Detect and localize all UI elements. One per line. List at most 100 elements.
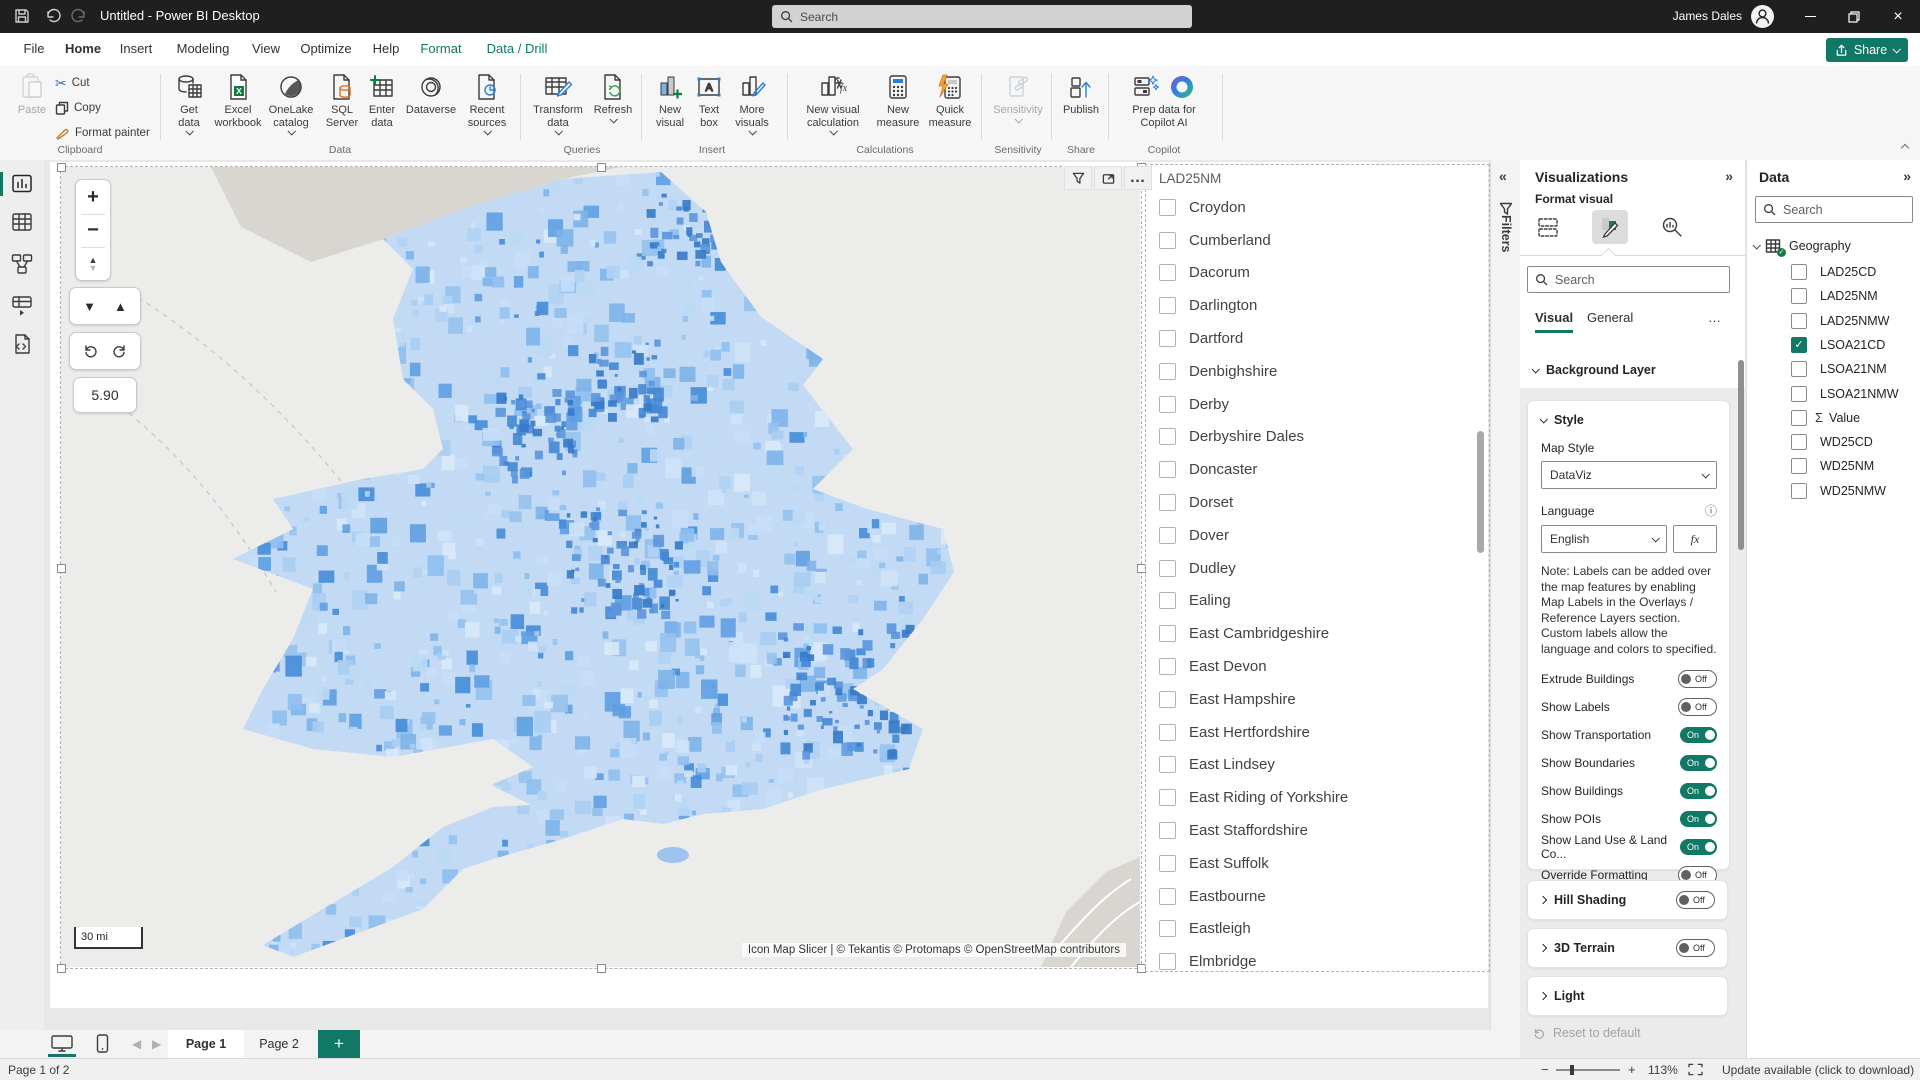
new-measure-button[interactable]: New measure bbox=[872, 70, 924, 129]
get-data-button[interactable]: Get data bbox=[168, 70, 210, 135]
style-section-header[interactable]: Style bbox=[1540, 413, 1729, 427]
field-checkbox[interactable] bbox=[1791, 264, 1807, 280]
zoom-slider-track[interactable] bbox=[1556, 1069, 1620, 1071]
slicer-item[interactable]: Dartford bbox=[1146, 322, 1488, 355]
pitch-control[interactable]: ▲▼ bbox=[89, 248, 98, 280]
slicer-item[interactable]: Eastbourne bbox=[1146, 880, 1488, 913]
toggle-switch[interactable]: Off bbox=[1676, 891, 1715, 909]
tmdl-view-icon[interactable] bbox=[10, 332, 34, 356]
field-checkbox[interactable] bbox=[1791, 288, 1807, 304]
slicer-item-checkbox[interactable] bbox=[1159, 494, 1176, 511]
model-view-icon[interactable] bbox=[10, 252, 34, 276]
field-checkbox[interactable] bbox=[1791, 313, 1807, 329]
page-tab-1[interactable]: Page 1 bbox=[168, 1030, 244, 1061]
rotate-cw-icon[interactable] bbox=[112, 343, 128, 359]
map-visual[interactable]: + − ▲▼ ▼ ▲ 5.90 30 mi Icon Map Slicer | … bbox=[61, 167, 1140, 967]
update-available-link[interactable]: Update available (click to download) bbox=[1722, 1063, 1914, 1077]
slicer-item-checkbox[interactable] bbox=[1159, 199, 1176, 216]
new-visual-button[interactable]: New visual bbox=[650, 70, 690, 129]
table-geography[interactable]: ✓ Geography bbox=[1753, 238, 1851, 254]
slicer-item[interactable]: East Cambridgeshire bbox=[1146, 617, 1488, 650]
refresh-button[interactable]: Refresh bbox=[590, 70, 636, 123]
field-row-lad25nm[interactable]: LAD25NM bbox=[1747, 284, 1920, 308]
tab-analytics[interactable] bbox=[1654, 210, 1690, 244]
slicer-item-checkbox[interactable] bbox=[1159, 461, 1176, 478]
slicer-item-checkbox[interactable] bbox=[1159, 658, 1176, 675]
field-row-lad25cd[interactable]: LAD25CD bbox=[1747, 260, 1920, 284]
account-name[interactable]: James Dales bbox=[1673, 9, 1742, 23]
field-checkbox[interactable]: ✓ bbox=[1791, 337, 1807, 353]
more-options-icon[interactable]: … bbox=[1708, 310, 1722, 330]
new-visual-calculation-button[interactable]: fx New visual calculation bbox=[795, 70, 871, 135]
menu-tab-view[interactable]: View bbox=[248, 33, 284, 66]
close-button[interactable]: × bbox=[1876, 0, 1920, 33]
field-row-wd25nmw[interactable]: WD25NMW bbox=[1747, 479, 1920, 503]
tab-visual[interactable]: Visual bbox=[1535, 310, 1573, 333]
focus-mode-icon[interactable] bbox=[1094, 166, 1122, 190]
info-icon[interactable]: ⓘ bbox=[1705, 502, 1717, 519]
filter-icon[interactable] bbox=[1064, 166, 1092, 190]
slicer-item-checkbox[interactable] bbox=[1159, 297, 1176, 314]
slicer-item-checkbox[interactable] bbox=[1159, 232, 1176, 249]
dax-query-view-icon[interactable] bbox=[10, 293, 34, 317]
toggle-switch[interactable]: On bbox=[1680, 727, 1717, 743]
slicer-item-checkbox[interactable] bbox=[1159, 953, 1176, 970]
card-light[interactable]: Light bbox=[1527, 976, 1728, 1016]
slicer-item[interactable]: Ealing bbox=[1146, 585, 1488, 618]
slicer-item-checkbox[interactable] bbox=[1159, 428, 1176, 445]
menu-tab-format[interactable]: Format bbox=[416, 33, 466, 66]
slicer-item[interactable]: East Riding of Yorkshire bbox=[1146, 781, 1488, 814]
slicer-item[interactable]: Elmbridge bbox=[1146, 945, 1488, 970]
zoom-out-button[interactable]: − bbox=[87, 215, 99, 247]
copy-button[interactable]: Copy bbox=[55, 99, 101, 117]
field-row-lsoa21cd[interactable]: ✓LSOA21CD bbox=[1747, 333, 1920, 357]
tab-build-visual[interactable] bbox=[1530, 210, 1566, 244]
quick-measure-button[interactable]: Quick measure bbox=[924, 70, 976, 129]
report-view-icon[interactable] bbox=[10, 172, 34, 196]
page-tab-2[interactable]: Page 2 bbox=[246, 1030, 312, 1058]
tab-general[interactable]: General bbox=[1587, 310, 1633, 330]
slicer-item-checkbox[interactable] bbox=[1159, 756, 1176, 773]
prep-data-for-copilot-button[interactable]: Prep data for Copilot AI bbox=[1116, 70, 1212, 129]
desktop-layout-icon[interactable] bbox=[50, 1035, 74, 1057]
toggle-switch[interactable]: On bbox=[1680, 755, 1717, 771]
slicer-scrollbar[interactable] bbox=[1477, 431, 1484, 553]
toggle-switch[interactable]: On bbox=[1680, 839, 1717, 855]
tilt-down-button[interactable]: ▼ bbox=[83, 299, 96, 314]
enter-data-button[interactable]: Enter data bbox=[364, 70, 400, 129]
slicer-item[interactable]: Darlington bbox=[1146, 289, 1488, 322]
slicer-item[interactable]: East Hertfordshire bbox=[1146, 716, 1488, 749]
undo-icon[interactable] bbox=[42, 7, 62, 27]
toggle-switch[interactable]: On bbox=[1680, 811, 1717, 827]
report-page[interactable]: + − ▲▼ ▼ ▲ 5.90 30 mi Icon Map Slicer | … bbox=[50, 162, 1488, 1008]
slicer-item[interactable]: Croydon bbox=[1146, 191, 1488, 224]
restore-button[interactable] bbox=[1832, 0, 1876, 33]
slicer-item[interactable]: Eastleigh bbox=[1146, 913, 1488, 946]
field-row-wd25cd[interactable]: WD25CD bbox=[1747, 430, 1920, 454]
slicer-item[interactable]: East Staffordshire bbox=[1146, 814, 1488, 847]
slicer-item[interactable]: Dover bbox=[1146, 519, 1488, 552]
tilt-up-button[interactable]: ▲ bbox=[114, 299, 127, 314]
tab-format-visual[interactable] bbox=[1592, 210, 1628, 244]
slicer-item[interactable]: East Hampshire bbox=[1146, 683, 1488, 716]
slicer-item-checkbox[interactable] bbox=[1159, 527, 1176, 544]
resize-handle[interactable] bbox=[57, 964, 66, 973]
slicer-item-checkbox[interactable] bbox=[1159, 592, 1176, 609]
map-style-select[interactable]: DataViz bbox=[1541, 461, 1717, 489]
toggle-switch[interactable]: Off bbox=[1678, 698, 1717, 716]
map-zoom-level-box[interactable]: 5.90 bbox=[73, 377, 137, 413]
menu-tab-help[interactable]: Help bbox=[369, 33, 403, 66]
sql-server-button[interactable]: SQL Server bbox=[322, 70, 362, 129]
resize-handle[interactable] bbox=[1137, 964, 1146, 973]
publish-button[interactable]: Publish bbox=[1058, 70, 1104, 117]
card-3d-terrain[interactable]: 3D TerrainOff bbox=[1527, 928, 1728, 968]
format-painter-button[interactable]: Format painter bbox=[55, 124, 150, 142]
slicer-item[interactable]: Denbighshire bbox=[1146, 355, 1488, 388]
toggle-switch[interactable]: Off bbox=[1678, 670, 1717, 688]
menu-tab-home[interactable]: Home bbox=[60, 33, 106, 69]
share-button[interactable]: Share bbox=[1826, 38, 1908, 62]
toggle-switch[interactable]: Off bbox=[1676, 939, 1715, 957]
collapse-data-pane-icon[interactable]: » bbox=[1903, 168, 1911, 184]
slicer-item-checkbox[interactable] bbox=[1159, 264, 1176, 281]
zoom-in-button[interactable]: + bbox=[87, 181, 99, 214]
